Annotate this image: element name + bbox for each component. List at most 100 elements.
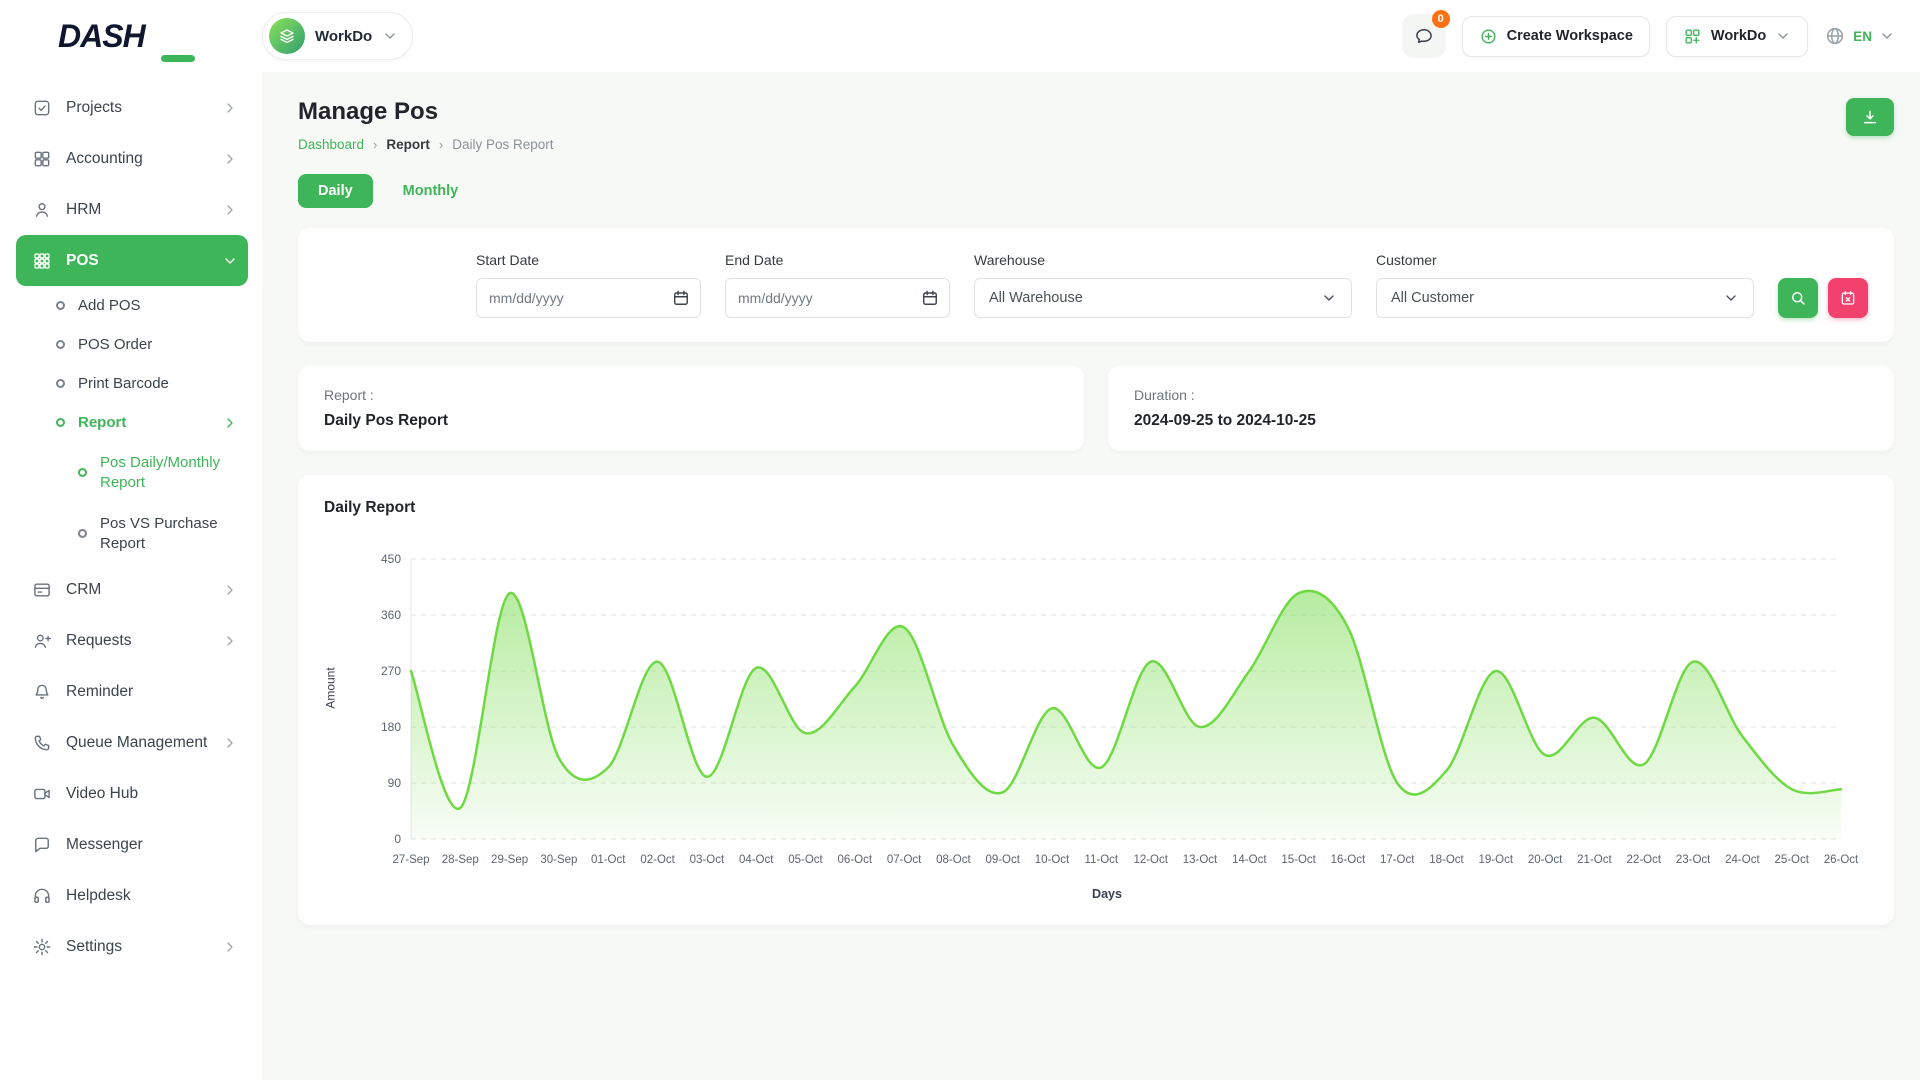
customer-selected-value: All Customer — [1391, 290, 1474, 306]
chevron-down-icon — [1723, 290, 1739, 306]
end-date-input[interactable] — [725, 278, 950, 318]
report-period-tabs: Daily Monthly — [298, 174, 1894, 208]
sidebar-item-label: Accounting — [66, 150, 208, 168]
apps-grid-icon — [1683, 27, 1702, 46]
reset-filter-button[interactable] — [1828, 278, 1868, 318]
messages-button[interactable]: 0 — [1402, 14, 1446, 58]
gear-icon — [32, 937, 52, 957]
sidebar-item-label: Requests — [66, 632, 208, 650]
accounting-icon — [32, 149, 52, 169]
svg-text:18-Oct: 18-Oct — [1429, 854, 1464, 866]
filter-card: Start Date End Date Warehouse All Wareho… — [298, 228, 1894, 342]
sidebar-item-pos-vs-purchase-report[interactable]: Pos VS Purchase Report — [16, 503, 248, 564]
breadcrumb-current: Daily Pos Report — [452, 137, 553, 152]
svg-text:07-Oct: 07-Oct — [887, 854, 922, 866]
calendar-icon[interactable] — [920, 288, 940, 308]
download-icon — [1861, 108, 1879, 126]
y-axis-title: Amount — [324, 667, 338, 708]
top-header: DASH WorkDo 0 Create Workspace WorkDo EN — [0, 0, 1920, 72]
brand-logo-dash-icon — [161, 55, 195, 62]
chevron-right-icon — [222, 582, 238, 598]
svg-text:20-Oct: 20-Oct — [1528, 854, 1563, 866]
tab-daily[interactable]: Daily — [298, 174, 373, 208]
sidebar-item-report[interactable]: Report — [16, 403, 248, 442]
sidebar-item-label: POS Order — [78, 336, 238, 353]
svg-text:11-Oct: 11-Oct — [1084, 854, 1118, 866]
svg-text:01-Oct: 01-Oct — [591, 854, 626, 866]
sidebar-item-pos[interactable]: POS — [16, 235, 248, 286]
queue-phone-icon — [32, 733, 52, 753]
messages-badge: 0 — [1432, 10, 1450, 28]
language-selector[interactable]: EN — [1824, 25, 1895, 47]
bullet-icon — [78, 468, 87, 477]
requests-icon — [32, 631, 52, 651]
workspace-switcher[interactable]: WorkDo — [262, 12, 413, 60]
x-axis-title: Days — [346, 887, 1868, 901]
svg-text:16-Oct: 16-Oct — [1331, 854, 1366, 866]
workspace-name: WorkDo — [315, 28, 372, 45]
sidebar-item-messenger[interactable]: Messenger — [16, 819, 248, 870]
sidebar-item-video-hub[interactable]: Video Hub — [16, 768, 248, 819]
reset-calendar-icon — [1839, 289, 1857, 307]
sidebar-item-pos-daily-monthly-report[interactable]: Pos Daily/Monthly Report — [16, 442, 248, 503]
video-icon — [32, 784, 52, 804]
chevron-down-icon — [1879, 28, 1895, 44]
sidebar-item-print-barcode[interactable]: Print Barcode — [16, 364, 248, 403]
sidebar-item-requests[interactable]: Requests — [16, 615, 248, 666]
create-workspace-button[interactable]: Create Workspace — [1462, 16, 1650, 57]
breadcrumb-separator: › — [439, 137, 443, 152]
sidebar-item-hrm[interactable]: HRM — [16, 184, 248, 235]
chart-title: Daily Report — [324, 499, 1868, 517]
svg-text:30-Sep: 30-Sep — [540, 854, 577, 866]
report-label: Report : — [324, 387, 1058, 403]
breadcrumb-dashboard-link[interactable]: Dashboard — [298, 137, 364, 152]
sidebar-item-label: Pos VS Purchase Report — [100, 514, 238, 553]
brand-logo: DASH — [0, 18, 262, 55]
sidebar-item-settings[interactable]: Settings — [16, 921, 248, 972]
bullet-icon — [56, 418, 65, 427]
sidebar-item-add-pos[interactable]: Add POS — [16, 286, 248, 325]
svg-text:23-Oct: 23-Oct — [1676, 854, 1711, 866]
start-date-input[interactable] — [476, 278, 701, 318]
breadcrumb: Dashboard › Report › Daily Pos Report — [298, 137, 554, 152]
sidebar-item-crm[interactable]: CRM — [16, 564, 248, 615]
sidebar-item-helpdesk[interactable]: Helpdesk — [16, 870, 248, 921]
duration-value: 2024-09-25 to 2024-10-25 — [1134, 412, 1868, 430]
customer-select[interactable]: All Customer — [1376, 278, 1754, 318]
svg-text:360: 360 — [381, 608, 401, 622]
helpdesk-headset-icon — [32, 886, 52, 906]
bullet-icon — [56, 301, 65, 310]
svg-text:12-Oct: 12-Oct — [1133, 854, 1168, 866]
bullet-icon — [56, 340, 65, 349]
bullet-icon — [78, 529, 87, 538]
tab-monthly[interactable]: Monthly — [403, 183, 459, 199]
hrm-icon — [32, 200, 52, 220]
sidebar-item-accounting[interactable]: Accounting — [16, 133, 248, 184]
warehouse-select[interactable]: All Warehouse — [974, 278, 1352, 318]
globe-icon — [1824, 25, 1846, 47]
sidebar-item-label: Helpdesk — [66, 887, 238, 905]
svg-text:06-Oct: 06-Oct — [838, 854, 873, 866]
summary-cards: Report : Daily Pos Report Duration : 202… — [298, 366, 1894, 451]
chart-area: Amount 09018027036045027-Sep28-Sep29-Sep… — [324, 543, 1868, 901]
workdo-apps-menu[interactable]: WorkDo — [1666, 16, 1808, 57]
svg-text:17-Oct: 17-Oct — [1380, 854, 1415, 866]
sidebar-item-queue-management[interactable]: Queue Management — [16, 717, 248, 768]
breadcrumb-report-link[interactable]: Report — [386, 137, 430, 152]
search-icon — [1789, 289, 1807, 307]
calendar-icon[interactable] — [671, 288, 691, 308]
svg-text:27-Sep: 27-Sep — [392, 854, 429, 866]
svg-text:270: 270 — [381, 664, 401, 678]
sidebar-item-reminder[interactable]: Reminder — [16, 666, 248, 717]
crm-icon — [32, 580, 52, 600]
svg-text:90: 90 — [388, 776, 402, 790]
download-report-button[interactable] — [1846, 98, 1894, 136]
sidebar-item-label: POS — [66, 252, 208, 270]
sidebar-item-projects[interactable]: Projects — [16, 82, 248, 133]
create-workspace-label: Create Workspace — [1507, 28, 1633, 44]
duration-label: Duration : — [1134, 387, 1868, 403]
apply-filter-button[interactable] — [1778, 278, 1818, 318]
svg-text:15-Oct: 15-Oct — [1281, 854, 1316, 866]
sidebar: Projects Accounting HRM POS Add POS POS … — [0, 72, 262, 1080]
sidebar-item-pos-order[interactable]: POS Order — [16, 325, 248, 364]
